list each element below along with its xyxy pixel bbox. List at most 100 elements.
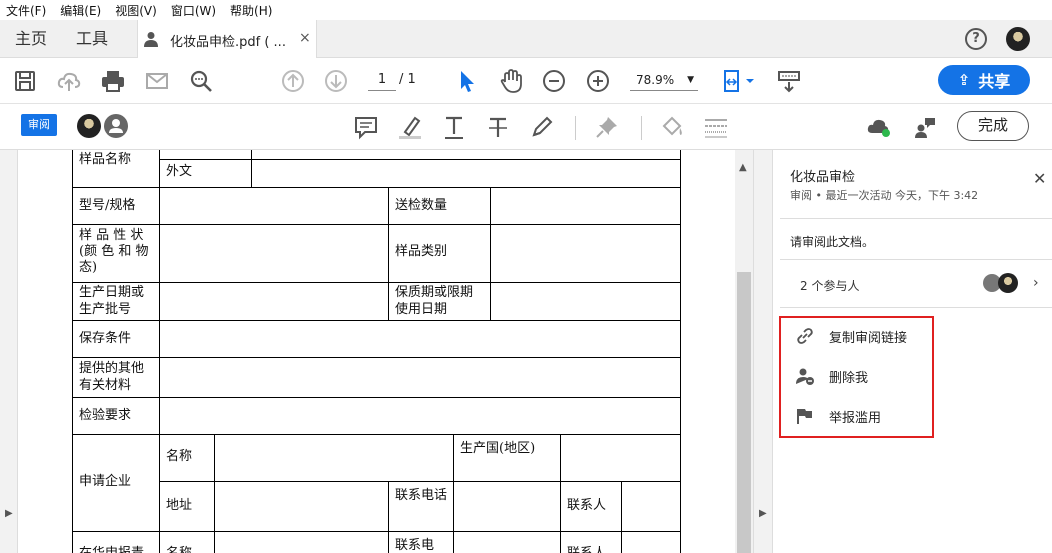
menu-window[interactable]: 窗口(W)	[171, 2, 216, 19]
page-fit-icon[interactable]	[720, 68, 758, 94]
next-page-icon[interactable]	[323, 68, 349, 94]
pin-icon[interactable]	[594, 114, 620, 140]
scrollbar-thumb[interactable]	[737, 272, 751, 553]
cell-send-qty-value	[490, 187, 681, 225]
menu-help[interactable]: 帮助(H)	[230, 2, 272, 19]
scroll-mode-icon[interactable]	[776, 68, 802, 94]
tab-document-title: 化妆品申检.pdf ( ...	[170, 35, 286, 50]
copy-review-link-label: 复制审阅链接	[829, 330, 908, 346]
line-style-icon[interactable]	[703, 114, 729, 140]
tab-home[interactable]: 主页	[15, 20, 47, 58]
remove-me-label: 删除我	[829, 370, 869, 386]
prev-page-icon[interactable]	[280, 68, 306, 94]
right-pane-toggle[interactable]: ▶	[753, 150, 772, 553]
label-country: 生产国(地区)	[453, 434, 561, 482]
copy-review-link-item[interactable]: 复制审阅链接	[795, 324, 907, 348]
cell-storage-value	[159, 320, 681, 358]
document-viewer: ▶ 样品名称 外文 型号/规格 送检数量 样 品 性 状(颜 色 和 物态) 样…	[0, 150, 772, 553]
pdf-page[interactable]: 样品名称 外文 型号/规格 送检数量 样 品 性 状(颜 色 和 物态) 样品类…	[18, 150, 735, 553]
save-icon[interactable]	[12, 68, 38, 94]
menu-view[interactable]: 视图(V)	[115, 2, 157, 19]
done-button[interactable]: 完成	[957, 111, 1029, 141]
participants-count[interactable]: 2 个参与人	[800, 277, 859, 294]
divider	[780, 307, 1052, 308]
toolbar-divider	[575, 116, 576, 140]
cloud-sync-icon[interactable]	[866, 114, 892, 140]
scroll-up-icon[interactable]: ▲	[739, 162, 747, 173]
share-button-label: 共享	[978, 72, 1011, 91]
divider	[780, 218, 1052, 219]
search-icon[interactable]	[188, 68, 214, 94]
zoom-level-select[interactable]: 78.9% ▼	[630, 69, 698, 91]
remove-me-item[interactable]: 删除我	[795, 364, 868, 388]
cloud-upload-icon[interactable]	[56, 68, 82, 94]
user-avatar[interactable]	[1006, 27, 1030, 51]
chevron-right-icon: ▶	[5, 508, 13, 519]
label-agent-name: 名称	[159, 531, 215, 553]
label-applicant-company: 申请企业	[72, 434, 160, 532]
zoom-in-icon[interactable]	[585, 68, 611, 94]
reviewer-message-icon[interactable]	[912, 114, 938, 140]
page-number-input[interactable]: 1	[368, 69, 396, 91]
review-message: 请审阅此文档。	[790, 235, 875, 249]
divider	[780, 259, 1052, 260]
label-contact: 联系人	[560, 481, 622, 532]
label-storage: 保存条件	[72, 320, 160, 358]
label-phone-2: 联系电	[388, 531, 454, 553]
person-icon	[109, 119, 123, 133]
cell-other-value	[159, 357, 681, 398]
text-underline-icon[interactable]	[441, 114, 467, 140]
report-abuse-item[interactable]: 举报滥用	[795, 404, 881, 428]
toolbar-divider	[641, 116, 642, 140]
print-icon[interactable]	[100, 68, 126, 94]
tab-close-icon[interactable]: ×	[299, 30, 311, 46]
cell-company-name-value	[214, 434, 454, 482]
cell-contact-2-value	[621, 531, 681, 553]
main-toolbar: 1 / 1 78.9% ▼ ⇪ 共享	[0, 58, 1052, 104]
zoom-level-value: 78.9%	[636, 73, 675, 87]
email-icon[interactable]	[144, 68, 170, 94]
cell-phone-2-value	[453, 531, 561, 553]
highlighter-icon[interactable]	[397, 114, 423, 140]
label-foreign: 外文	[159, 159, 252, 188]
cell-shelf-life-value	[490, 282, 681, 321]
label-category: 样品类别	[388, 224, 491, 283]
page-total: / 1	[399, 72, 416, 87]
label-sample-nature: 样 品 性 状(颜 色 和 物态)	[72, 224, 160, 283]
menu-bar: 文件(F) 编辑(E) 视图(V) 窗口(W) 帮助(H)	[0, 0, 1052, 20]
menu-edit[interactable]: 编辑(E)	[60, 2, 101, 19]
pencil-icon[interactable]	[529, 114, 555, 140]
select-cursor-icon[interactable]	[454, 68, 480, 94]
tab-document[interactable]: 化妆品申检.pdf ( ... ×	[137, 20, 317, 59]
cell-model-value	[159, 187, 389, 225]
close-icon[interactable]: ✕	[1033, 169, 1046, 188]
fill-color-icon[interactable]	[660, 114, 686, 140]
help-icon[interactable]: ?	[965, 28, 987, 50]
cell-phone-value	[453, 481, 561, 532]
strikethrough-icon[interactable]	[485, 114, 511, 140]
label-prod-date: 生产日期或生产批号	[72, 282, 160, 321]
zoom-out-icon[interactable]	[541, 68, 567, 94]
chevron-down-icon: ▼	[687, 75, 694, 85]
comment-icon[interactable]	[353, 114, 379, 140]
review-title: 化妆品审检	[790, 170, 856, 185]
cell-prod-date-value	[159, 282, 389, 321]
remove-person-icon	[796, 368, 814, 385]
chevron-right-icon[interactable]: ›	[1033, 275, 1039, 291]
cell-contact-value	[621, 481, 681, 532]
flag-icon	[797, 409, 812, 424]
label-company-name: 名称	[159, 434, 215, 482]
share-icon: ⇪	[957, 71, 971, 89]
label-other-materials: 提供的其他有关材料	[72, 357, 160, 398]
participant-avatar-1[interactable]	[77, 114, 101, 138]
vertical-scrollbar[interactable]: ▲	[735, 150, 753, 553]
cell-nature-value	[159, 224, 389, 283]
label-requirements: 检验要求	[72, 397, 160, 435]
share-button[interactable]: ⇪ 共享	[938, 65, 1030, 95]
chevron-right-icon: ▶	[759, 508, 767, 519]
tab-tools[interactable]: 工具	[76, 20, 108, 58]
menu-file[interactable]: 文件(F)	[6, 2, 46, 19]
participant-avatar-2[interactable]	[104, 114, 128, 138]
left-pane-toggle[interactable]: ▶	[0, 150, 18, 553]
hand-tool-icon[interactable]	[498, 68, 524, 94]
